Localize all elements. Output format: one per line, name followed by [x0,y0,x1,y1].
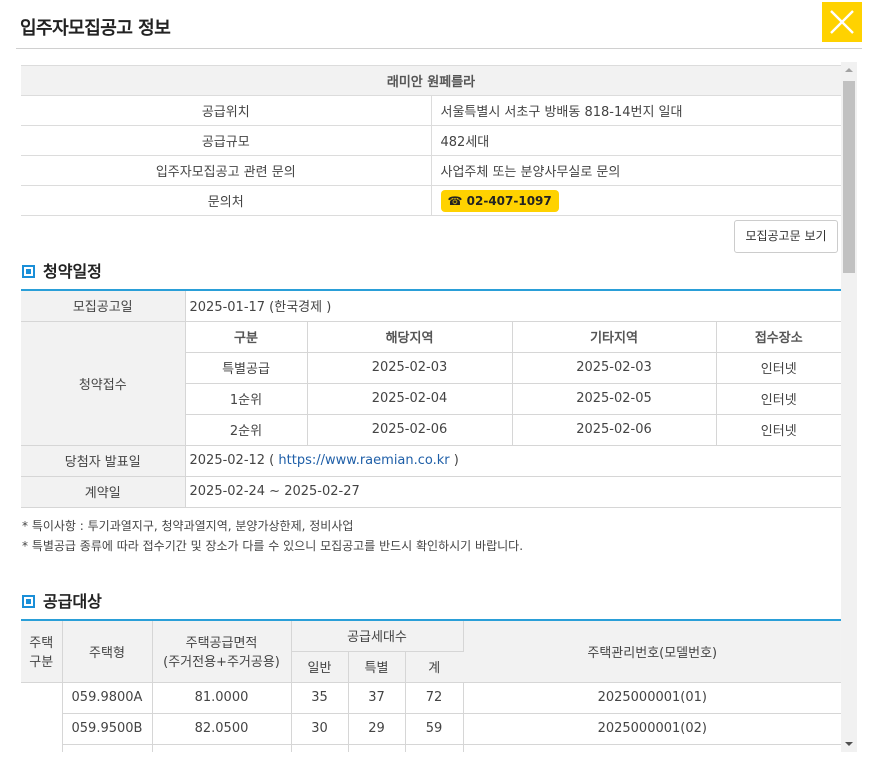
column-header: 주택형 [62,620,153,683]
table-row: 모집공고일 2025-01-17 (한국경제 ) [21,290,841,322]
table-cell: 인터넷 [715,383,841,415]
inquiry-info: 사업주체 또는 분양사무실로 문의 [431,155,841,186]
row-label: 당첨자 발표일 [21,445,186,477]
column-header: 공급세대수 [291,620,464,652]
contract-date: 2025-02-24 ~ 2025-02-27 [185,476,841,508]
row-label: 문의처 [21,185,432,216]
header-divider [16,48,862,49]
complex-info-table: 래미안 원페를라 공급위치 서울특별시 서초구 방배동 818-14번지 일대 … [21,65,841,216]
table-cell: 2025-02-03 [306,352,512,384]
scroll-thumb[interactable] [843,81,855,273]
table-cell: 2025-02-04 [306,383,512,415]
square-bullet-icon [22,265,35,278]
column-header: 주택관리번호(모델번호) [463,620,841,683]
table-cell: 059.9500B [62,713,153,745]
supply-location: 서울특별시 서초구 방배동 818-14번지 일대 [431,95,841,126]
table-cell: 72 [405,682,464,714]
table-cell [405,744,464,752]
table-cell [348,744,406,752]
announce-date: 2025-01-17 (한국경제 ) [185,290,841,322]
table-cell [62,744,153,752]
table-row: 청약접수 구분 해당지역 기타지역 접수장소 [21,321,841,446]
row-label: 계약일 [21,476,186,508]
table-cell [152,744,292,752]
complex-name: 래미안 원페를라 [21,65,841,96]
table-cell: 35 [291,682,349,714]
table-cell: 인터넷 [715,352,841,384]
table-row: 059.9800A 81.0000 35 37 72 2025000001(01… [21,682,841,752]
close-button[interactable] [822,2,862,42]
supply-scale: 482세대 [431,125,841,156]
column-header: 해당지역 [306,321,512,353]
table-row: 계약일 2025-02-24 ~ 2025-02-27 [21,476,841,508]
column-header: 주택공급면적 (주거전용+주거공용) [152,620,292,683]
table-cell: 059.9800A [62,682,153,714]
table-cell: 특별공급 [184,352,307,384]
phone-badge[interactable]: ☎ 02-407-1097 [440,189,559,212]
schedule-table: 모집공고일 2025-01-17 (한국경제 ) 청약접수 구분 해당지역 기타… [21,289,841,508]
table-cell: 2025-02-06 [306,414,512,446]
page-title: 입주자모집공고 정보 [20,18,171,39]
supply-table: 주택 구분 주택형 주택공급면적 (주거전용+주거공용) 공급세대수 주택관리번호(… [21,619,841,752]
row-label: 공급위치 [21,95,432,126]
table-cell [291,744,349,752]
close-x-icon [830,10,854,34]
table-row: 래미안 원페를라 [21,65,841,96]
modal-header: 입주자모집공고 정보 [0,0,872,50]
column-header: 계 [405,651,464,683]
table-row [21,744,841,752]
note-line: * 특별공급 종류에 따라 접수기간 및 장소가 다를 수 있으니 모집공고를 … [22,539,524,553]
column-header: 주택 구분 [21,620,63,683]
notes: * 특이사항 : 투기과열지구, 청약과열지역, 분양가상한제, 정비사업 * … [22,516,523,556]
table-row: 공급규모 482세대 [21,125,841,156]
table-cell: 2025000001(01) [463,682,841,714]
column-header: 구분 [184,321,307,353]
note-line: * 특이사항 : 투기과열지구, 청약과열지역, 분양가상한제, 정비사업 [22,519,354,533]
table-cell: 2025000001(02) [463,713,841,745]
table-cell: 30 [291,713,349,745]
table-row: 당첨자 발표일 2025-02-12 ( https://www.raemian… [21,445,841,477]
telephone-icon: ☎ [447,193,463,208]
view-notice-button[interactable]: 모집공고문 보기 [734,220,838,253]
table-cell: 인터넷 [715,414,841,446]
table-cell [463,744,841,752]
section-heading-supply: 공급대상 [22,588,102,612]
section-heading-schedule: 청약일정 [22,258,102,282]
row-label: 모집공고일 [21,290,186,322]
table-row: 059.9500B 82.0500 30 29 59 2025000001(02… [21,713,841,745]
table-cell: 2025-02-06 [511,414,716,446]
column-header: 접수장소 [715,321,841,353]
table-cell: 82.0500 [152,713,292,745]
table-cell: 2025-02-03 [511,352,716,384]
table-cell: 37 [348,682,406,714]
column-header: 특별 [348,651,406,683]
table-cell: 29 [348,713,406,745]
table-cell: 2025-02-05 [511,383,716,415]
scroll-content: 래미안 원페를라 공급위치 서울특별시 서초구 방배동 818-14번지 일대 … [0,62,841,752]
table-row: 공급위치 서울특별시 서초구 방배동 818-14번지 일대 [21,95,841,126]
table-row: 주택 구분 주택형 주택공급면적 (주거전용+주거공용) 공급세대수 주택관리번호(… [21,620,841,683]
square-bullet-icon [22,595,35,608]
table-cell: 59 [405,713,464,745]
row-label: 청약접수 [21,321,186,446]
table-cell: 81.0000 [152,682,292,714]
table-row: 문의처 ☎ 02-407-1097 [21,185,841,216]
phone-number: 02-407-1097 [466,193,552,208]
table-cell: 1순위 [184,383,307,415]
table-cell: 2순위 [184,414,307,446]
table-row: 입주자모집공고 관련 문의 사업주체 또는 분양사무실로 문의 [21,155,841,186]
website-link[interactable]: https://www.raemian.co.kr [278,453,449,468]
column-header: 기타지역 [511,321,716,353]
table-cell [21,682,63,752]
vertical-scrollbar[interactable] [841,62,857,752]
row-label: 공급규모 [21,125,432,156]
column-header: 일반 [291,651,349,683]
scroll-up-arrow-icon[interactable] [841,62,857,79]
scroll-down-arrow-icon[interactable] [841,735,857,752]
row-label: 입주자모집공고 관련 문의 [21,155,432,186]
winner-announcement: 2025-02-12 ( https://www.raemian.co.kr ) [185,445,841,477]
